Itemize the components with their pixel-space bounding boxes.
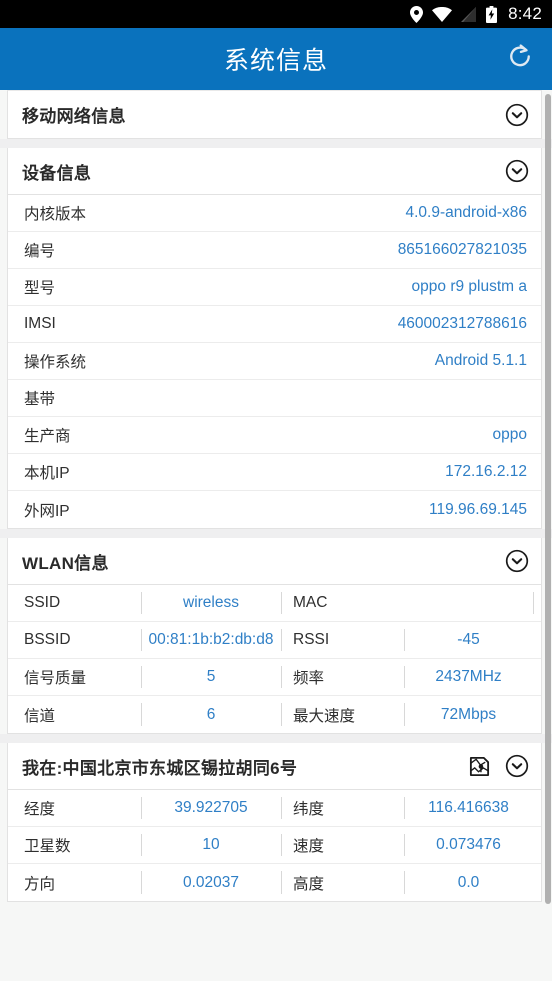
card-device-info: 设备信息 内核版本 4.0.9-android-x86 编号 865166027… — [7, 148, 542, 529]
cell-signal-icon — [461, 6, 477, 22]
table-row: 卫星数 10 速度 0.073476 — [8, 827, 541, 864]
table-row: BSSID 00:81:1b:b2:db:d8 RSSI -45 — [8, 622, 541, 659]
row-value: 116.416638 — [404, 790, 533, 826]
wifi-icon — [432, 6, 453, 22]
vertical-scrollbar[interactable] — [545, 94, 551, 904]
row-label: 纬度 — [281, 790, 404, 826]
row-label: 内核版本 — [24, 206, 87, 223]
chevron-down-circle-icon[interactable] — [505, 103, 529, 127]
row-value: 5 — [141, 659, 281, 695]
location-pin-icon — [410, 5, 424, 23]
row-label: 生产商 — [24, 428, 71, 445]
row-value: oppo — [492, 426, 527, 443]
table-row: IMSI 460002312788616 — [8, 306, 541, 343]
page-title: 系统信息 — [223, 47, 328, 75]
section-gap — [0, 529, 552, 538]
row-label: 信号质量 — [24, 670, 87, 687]
row-label: 高度 — [281, 864, 404, 901]
row-label: 编号 — [24, 243, 56, 260]
row-label: 型号 — [24, 280, 56, 297]
table-row: 基带 — [8, 380, 541, 417]
row-value: 4.0.9-android-x86 — [405, 204, 528, 221]
table-row: 操作系统 Android 5.1.1 — [8, 343, 541, 380]
row-value: 0.0 — [404, 864, 533, 901]
row-value: 2437MHz — [404, 659, 533, 695]
row-label: MAC — [281, 585, 404, 621]
row-value: 172.16.2.12 — [445, 463, 527, 480]
section-title-wlan: WLAN信息 — [22, 553, 109, 573]
row-label: 本机IP — [24, 465, 70, 482]
table-row: 生产商 oppo — [8, 417, 541, 454]
refresh-icon — [506, 43, 534, 76]
table-row: 编号 865166027821035 — [8, 232, 541, 269]
row-label: IMSI — [24, 315, 56, 332]
row-label: BSSID — [24, 631, 71, 648]
card-wlan-info: WLAN信息 SSID wireless MAC BSSID 00:81:1b:… — [7, 538, 542, 734]
section-title-mobile-network: 移动网络信息 — [22, 107, 126, 126]
app-bar: 系统信息 — [0, 28, 552, 90]
row-value: wireless — [141, 585, 281, 621]
row-value: 39.922705 — [141, 790, 281, 826]
section-title-device-info: 设备信息 — [22, 163, 92, 183]
table-row: 方向 0.02037 高度 0.0 — [8, 864, 541, 901]
table-row: 内核版本 4.0.9-android-x86 — [8, 195, 541, 232]
chevron-down-circle-icon[interactable] — [505, 159, 529, 183]
row-label: 方向 — [24, 875, 56, 893]
section-title-location: 我在:中国北京市东城区锡拉胡同6号 — [22, 758, 298, 778]
table-row: SSID wireless MAC — [8, 585, 541, 622]
section-gap — [0, 734, 552, 743]
row-value — [404, 585, 533, 621]
row-value: -45 — [404, 622, 533, 658]
chevron-down-circle-icon[interactable] — [505, 754, 529, 778]
table-row: 本机IP 172.16.2.12 — [8, 454, 541, 491]
table-row: 型号 oppo r9 plustm a — [8, 269, 541, 306]
section-header-device-info[interactable]: 设备信息 — [8, 148, 541, 195]
table-row: 信道 6 最大速度 72Mbps — [8, 696, 541, 733]
row-label: 经度 — [24, 801, 56, 818]
row-label: 最大速度 — [281, 696, 404, 733]
card-mobile-network: 移动网络信息 — [7, 90, 542, 139]
row-label: 外网IP — [24, 502, 70, 520]
status-bar: 8:42 — [0, 0, 552, 28]
row-label: RSSI — [281, 622, 404, 658]
row-value: 10 — [141, 827, 281, 863]
chevron-down-circle-icon[interactable] — [505, 549, 529, 573]
map-pin-icon[interactable] — [468, 755, 491, 778]
row-label: 频率 — [281, 659, 404, 695]
row-value: oppo r9 plustm a — [411, 278, 527, 295]
refresh-button[interactable] — [502, 41, 538, 77]
table-row: 信号质量 5 频率 2437MHz — [8, 659, 541, 696]
column-divider — [533, 585, 541, 621]
card-location-info: 我在:中国北京市东城区锡拉胡同6号 经度 39.922705 纬度 116.41… — [7, 743, 542, 902]
row-value: 0.073476 — [404, 827, 533, 863]
battery-charging-icon — [486, 5, 498, 23]
row-value: 119.96.69.145 — [429, 500, 527, 518]
row-label: SSID — [24, 594, 61, 611]
row-label: 信道 — [24, 707, 56, 725]
row-label: 速度 — [281, 827, 404, 863]
row-label: 卫星数 — [24, 838, 71, 855]
section-header-wlan[interactable]: WLAN信息 — [8, 538, 541, 585]
table-row: 外网IP 119.96.69.145 — [8, 491, 541, 528]
row-value: 460002312788616 — [397, 315, 527, 332]
row-label: 基带 — [24, 391, 56, 408]
row-value: 0.02037 — [141, 864, 281, 901]
section-header-location[interactable]: 我在:中国北京市东城区锡拉胡同6号 — [8, 743, 541, 790]
section-header-mobile-network[interactable]: 移动网络信息 — [8, 91, 541, 138]
content-scroll-area[interactable]: 移动网络信息 设备信息 内核版本 4.0.9-android-x86 编号 86… — [0, 90, 552, 981]
status-bar-clock: 8:42 — [508, 4, 542, 23]
row-value: 72Mbps — [404, 696, 533, 733]
row-label: 操作系统 — [24, 354, 87, 371]
table-row: 经度 39.922705 纬度 116.416638 — [8, 790, 541, 827]
row-value: 00:81:1b:b2:db:d8 — [141, 622, 281, 658]
row-value: 865166027821035 — [397, 241, 527, 258]
row-value: Android 5.1.1 — [434, 352, 527, 369]
row-value: 6 — [141, 696, 281, 733]
section-gap — [0, 139, 552, 148]
